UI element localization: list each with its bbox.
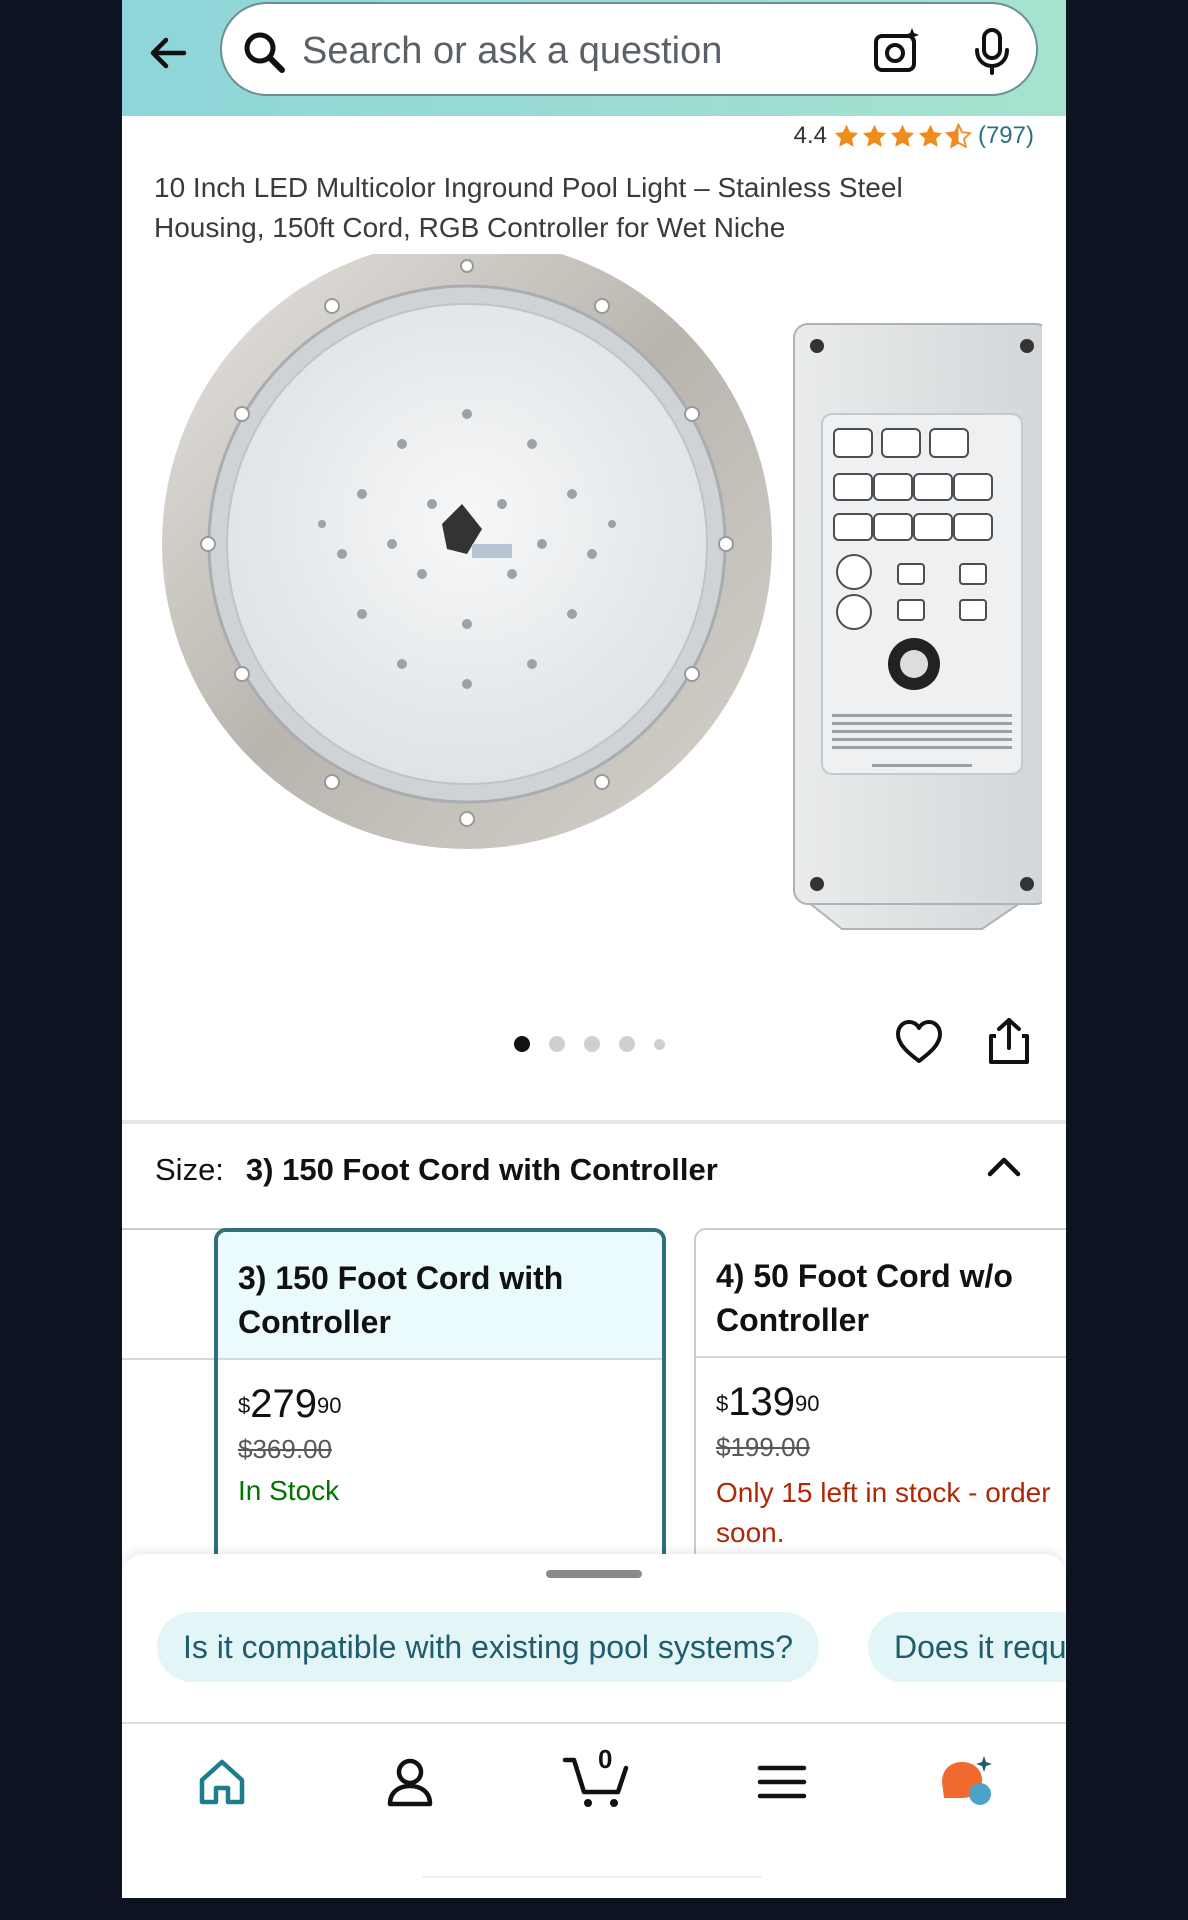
carousel-dot[interactable] (514, 1036, 530, 1052)
search-bar[interactable] (220, 2, 1038, 96)
suggested-question-chip[interactable]: Is it compatible with existing pool syst… (157, 1612, 820, 1682)
ask-question-sheet: Is it compatible with existing pool syst… (122, 1554, 1066, 1722)
rating-summary[interactable]: 4.4 (797) (794, 118, 1034, 154)
star-icon (834, 124, 859, 147)
availability-line: soon. (716, 1517, 785, 1548)
price-fraction: 90 (795, 1391, 820, 1416)
gesture-bar (422, 1876, 762, 1878)
chevron-up-icon[interactable] (984, 1152, 1024, 1182)
availability: Only 15 left in stock - order soon. (716, 1473, 1066, 1553)
product-title: 10 Inch LED Multicolor Inground Pool Lig… (154, 172, 903, 243)
star-half-icon (944, 122, 972, 148)
size-label: Size: (155, 1152, 224, 1187)
carousel-dot[interactable] (654, 1038, 665, 1050)
rating-value: 4.4 (793, 122, 827, 149)
availability-line: Only 15 left in stock - order (716, 1477, 1051, 1508)
product-image[interactable] (142, 254, 1042, 974)
sheet-drag-handle[interactable] (546, 1570, 642, 1578)
search-input[interactable] (302, 28, 822, 74)
option-name-line: Controller (238, 1304, 391, 1340)
home-icon[interactable] (192, 1752, 252, 1812)
star-rating (833, 122, 972, 150)
heart-icon[interactable] (894, 1018, 944, 1066)
option-name: 4) 50 Foot Cord w/o Controller (696, 1230, 1066, 1358)
assistant-icon[interactable] (938, 1752, 998, 1812)
option-name-line: 3) 150 Foot Cord with (238, 1260, 564, 1296)
availability: In Stock (238, 1475, 340, 1506)
option-price: $13990 (716, 1380, 1066, 1424)
carousel-indicator[interactable] (514, 1036, 665, 1052)
search-icon (244, 32, 285, 73)
star-icon (890, 124, 915, 147)
star-icon (918, 124, 943, 147)
size-option-card-selected[interactable]: 3) 150 Foot Cord with Controller $27990 … (214, 1228, 666, 1588)
price-fraction: 90 (317, 1393, 342, 1418)
back-arrow-icon[interactable] (144, 28, 194, 78)
share-icon[interactable] (986, 1016, 1032, 1066)
size-selector-header[interactable]: Size: 3) 150 Foot Cord with Controller (155, 1152, 718, 1188)
option-name-line: 4) 50 Foot Cord w/o (716, 1258, 1013, 1294)
bottom-nav-bar: 0 (122, 1722, 1066, 1898)
carousel-dot[interactable] (584, 1036, 600, 1052)
carousel-dot[interactable] (549, 1036, 565, 1052)
suggested-question-chip[interactable]: Does it requ (868, 1612, 1066, 1682)
price-whole: 279 (250, 1382, 317, 1426)
account-icon[interactable] (380, 1752, 440, 1812)
section-divider (122, 1120, 1066, 1124)
mic-icon[interactable] (970, 26, 1014, 76)
cart-button[interactable]: 0 (562, 1744, 634, 1812)
price-whole: 139 (728, 1380, 795, 1424)
price-currency: $ (716, 1391, 729, 1416)
option-price: $27990 (238, 1382, 642, 1426)
option-name: 3) 150 Foot Cord with Controller (218, 1232, 662, 1360)
size-value: 3) 150 Foot Cord with Controller (245, 1152, 718, 1187)
search-header (122, 0, 1066, 116)
cart-count-badge: 0 (598, 1744, 613, 1774)
option-name-line: Controller (716, 1302, 869, 1338)
carousel-dot[interactable] (619, 1036, 635, 1052)
rating-count[interactable]: (797) (978, 122, 1034, 150)
price-currency: $ (238, 1393, 251, 1418)
list-price: $369.00 (238, 1434, 332, 1464)
camera-icon[interactable] (872, 26, 922, 76)
star-icon (862, 124, 887, 147)
size-option-card[interactable]: 4) 50 Foot Cord w/o Controller $13990 $1… (694, 1228, 1066, 1588)
list-price: $199.00 (716, 1432, 810, 1462)
menu-icon[interactable] (752, 1752, 812, 1812)
app-screen: 4.4 (797) 10 Inch LED Multicolor Ingroun… (122, 0, 1066, 1898)
